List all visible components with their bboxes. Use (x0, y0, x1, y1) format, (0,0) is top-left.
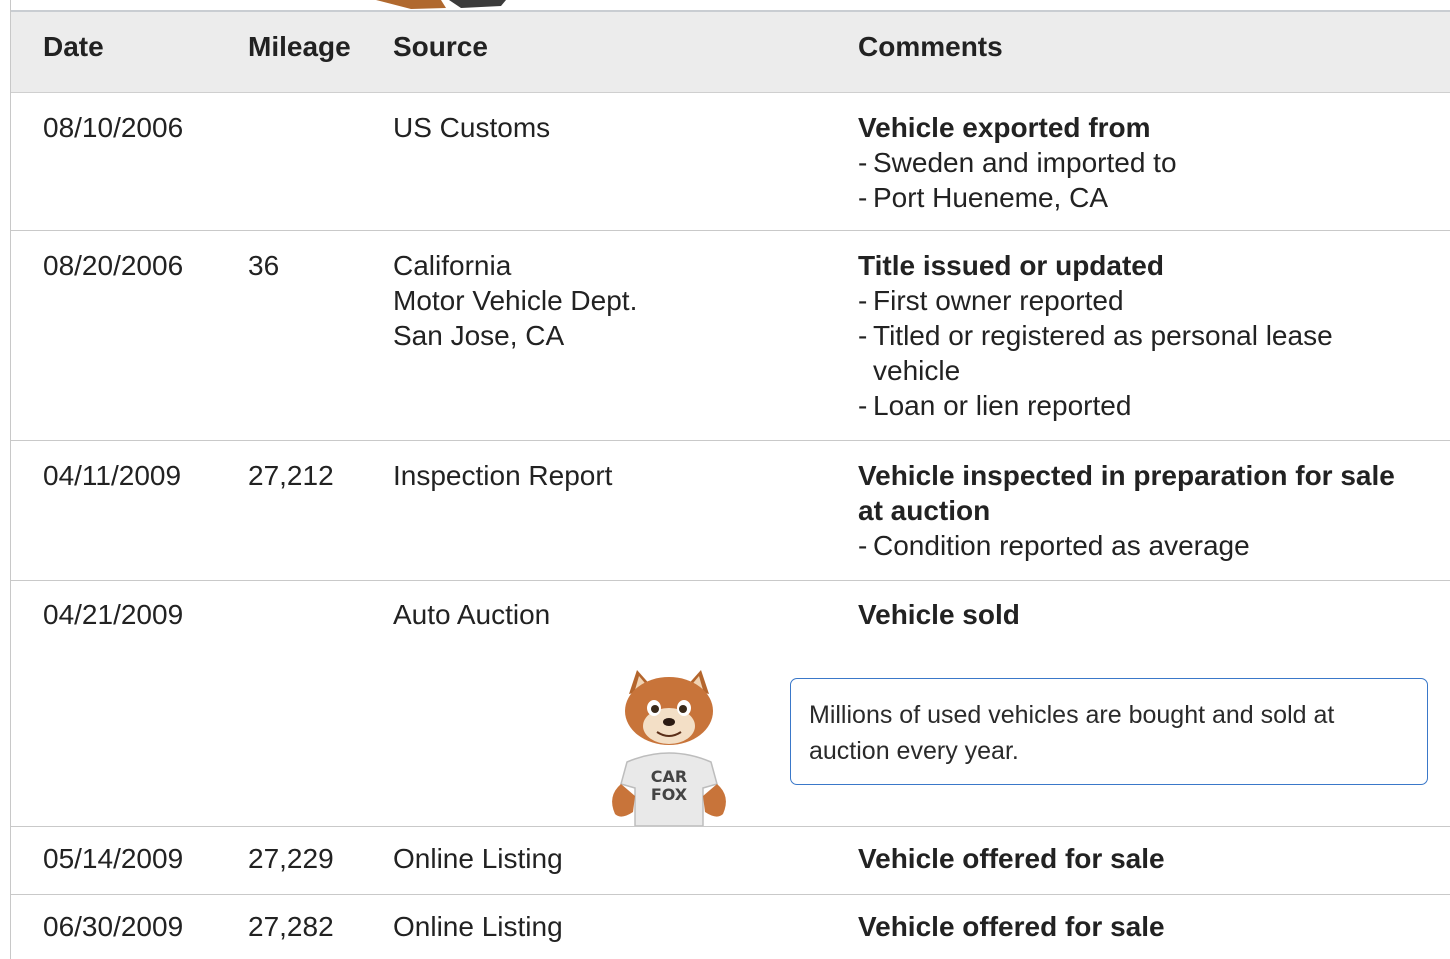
row-source: Auto Auction (393, 599, 551, 630)
table-header: Date Mileage Source Comments (11, 10, 1450, 93)
header-source: Source (393, 31, 488, 62)
header-mileage: Mileage (248, 31, 351, 62)
row-date: 04/11/2009 (43, 460, 182, 491)
row-mileage: 27,229 (248, 843, 334, 874)
comment-title: Vehicle offered for sale (858, 911, 1165, 942)
row-source: US Customs (393, 112, 551, 143)
comment-line: Titled or registered as personal lease v… (858, 318, 1418, 388)
comment-line: Loan or lien reported (858, 388, 1418, 423)
svg-text:FOX: FOX (651, 785, 688, 804)
comment-line: Port Hueneme, CA (858, 180, 1418, 215)
svg-text:CAR: CAR (651, 767, 687, 786)
carfox-mascot-icon: CAR FOX (612, 670, 726, 826)
row-comments: Vehicle offered for sale (858, 841, 1418, 876)
header-comments: Comments (858, 31, 1003, 62)
row-source: Online Listing (393, 843, 563, 874)
row-date: 08/20/2006 (43, 250, 184, 281)
row-date: 04/21/2009 (43, 599, 184, 630)
row-date: 08/10/2006 (43, 112, 184, 143)
row-date: 06/30/2009 (43, 911, 184, 942)
table-row: 04/11/2009 27,212 Inspection Report Vehi… (11, 441, 1450, 581)
table-row: 08/20/2006 36 California Motor Vehicle D… (11, 231, 1450, 441)
history-table: Date Mileage Source Comments 08/10/2006 … (10, 0, 1450, 959)
row-comments: Vehicle exported from Sweden and importe… (858, 110, 1418, 215)
carfox-partial-icon (376, 0, 506, 9)
row-comments: Vehicle inspected in preparation for sal… (858, 458, 1418, 563)
row-mileage: 27,212 (248, 460, 334, 491)
header-date: Date (43, 31, 104, 62)
row-date: 05/14/2009 (43, 843, 184, 874)
auction-tip-box: Millions of used vehicles are bought and… (790, 678, 1428, 785)
row-mileage: 36 (248, 250, 280, 281)
comment-line: First owner reported (858, 283, 1418, 318)
table-row: 06/30/2009 27,282 Online Listing Vehicle… (11, 895, 1450, 959)
table-row: 08/10/2006 US Customs Vehicle exported f… (11, 93, 1450, 231)
comment-title: Vehicle offered for sale (858, 843, 1165, 874)
row-source: Inspection Report (393, 460, 613, 491)
row-source: Online Listing (393, 911, 563, 942)
comment-title: Vehicle sold (858, 599, 1020, 630)
row-source: California Motor Vehicle Dept. San Jose,… (393, 250, 638, 351)
comment-title: Title issued or updated (858, 250, 1164, 281)
row-comments: Title issued or updated First owner repo… (858, 248, 1418, 423)
comment-line: Condition reported as average (858, 528, 1418, 563)
row-comments: Vehicle sold (858, 597, 1418, 632)
row-comments: Vehicle offered for sale (858, 909, 1418, 944)
comment-title: Vehicle inspected in preparation for sal… (858, 460, 1395, 526)
row-mileage: 27,282 (248, 911, 334, 942)
comment-title: Vehicle exported from (858, 112, 1151, 143)
comment-line: Sweden and imported to (858, 145, 1418, 180)
table-row: 05/14/2009 27,229 Online Listing Vehicle… (11, 827, 1450, 895)
